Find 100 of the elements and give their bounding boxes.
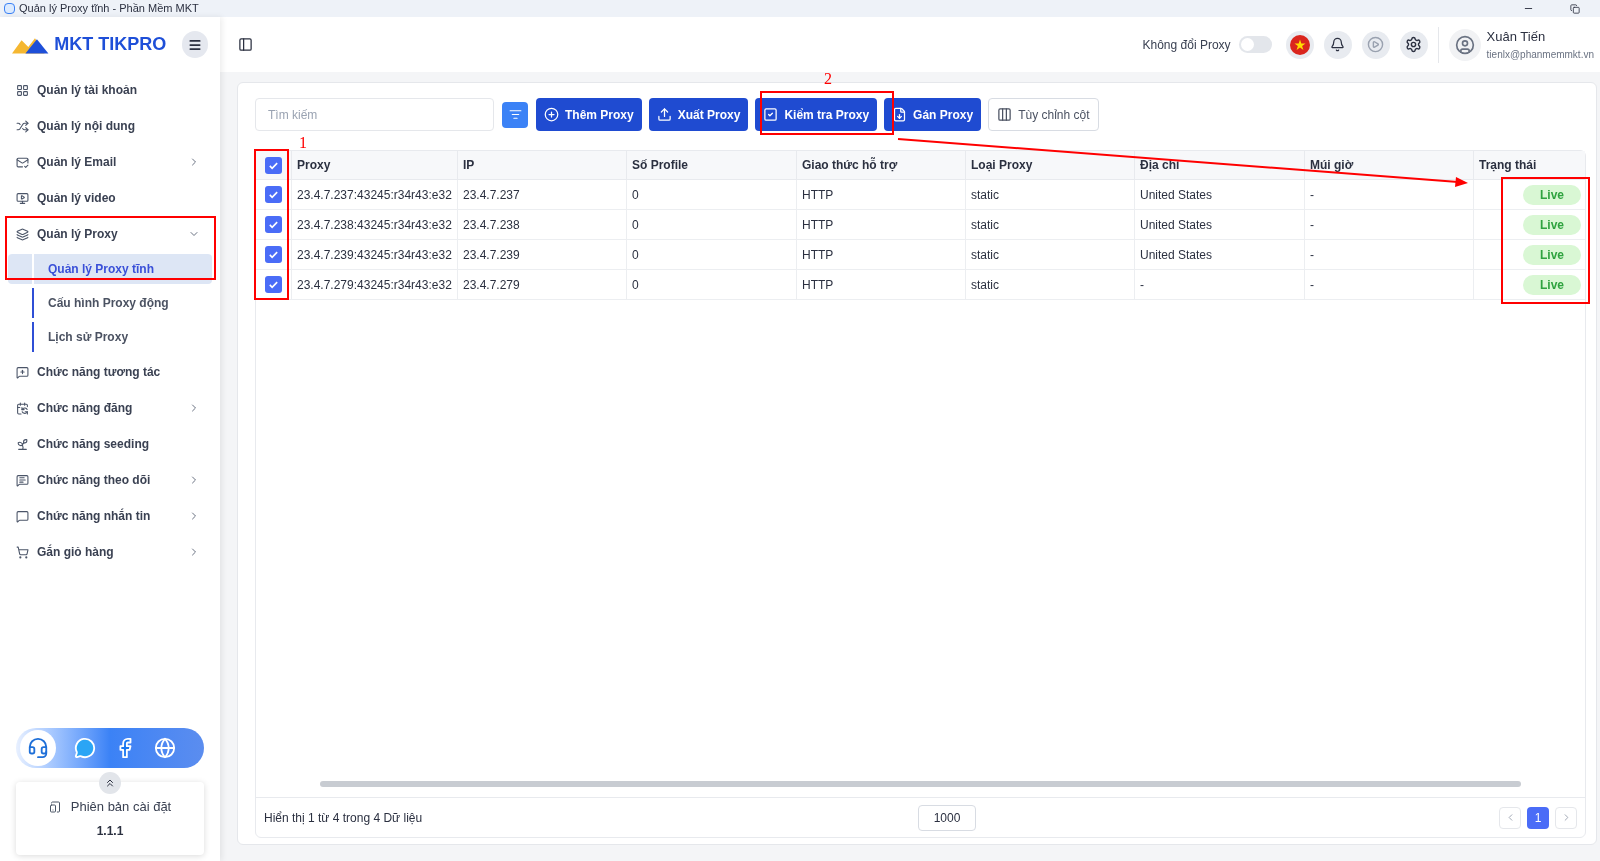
checkbox[interactable] xyxy=(265,156,282,174)
table-cell-text: 23.4.7.279 xyxy=(463,276,520,294)
table-cell-text: 23.4.7.239:43245:r34r43:e32 xyxy=(297,246,452,264)
search-field[interactable]: Tìm kiếm xyxy=(255,98,494,131)
column-header: Múi giờ xyxy=(1310,157,1354,174)
flag-icon[interactable] xyxy=(1289,34,1310,55)
table-cell-text: static xyxy=(971,216,999,234)
submenu-item[interactable]: Cấu hình Proxy động xyxy=(8,288,212,318)
table-cell-text: HTTP xyxy=(802,186,834,204)
toggle-switch[interactable] xyxy=(1238,36,1272,53)
chat-icon[interactable] xyxy=(74,737,96,759)
user-name: Xuân Tiến xyxy=(1486,28,1547,47)
pagination-summary: Hiển thị 1 từ 4 trong 4 Dữ liệu xyxy=(264,809,424,827)
table-cell-text: - xyxy=(1310,186,1314,204)
support-icon[interactable] xyxy=(27,737,49,759)
sidebar-item[interactable]: Quản lý Email xyxy=(0,144,220,180)
filter-icon xyxy=(508,108,522,121)
user-email: tienlx@phanmemmkt.vn xyxy=(1486,47,1594,62)
toolbar-button[interactable]: Kiểm tra Proxy xyxy=(755,98,878,131)
annotation-label: 2 xyxy=(824,71,832,87)
column-header: Trạng thái xyxy=(1479,157,1537,174)
page-button[interactable]: 1 xyxy=(1527,806,1549,829)
column-header: Số Profile xyxy=(632,157,688,174)
chevrons-up-icon xyxy=(104,777,116,789)
sidebar-item[interactable]: Chức năng đăng xyxy=(0,390,220,426)
settings-icon xyxy=(1405,36,1423,53)
logo-text: MKT TIKPRO xyxy=(54,33,167,56)
check-icon xyxy=(268,249,279,260)
status-badge: Live xyxy=(1523,184,1581,205)
check-icon xyxy=(268,189,279,200)
table-row[interactable]: 23.4.7.239:43245:r34r43:e32 23.4.7.239 0 HTTP static United States - Live xyxy=(256,240,1585,270)
menu-button[interactable] xyxy=(182,31,208,58)
window-title: Quản lý Proxy tĩnh - Phần Mềm MKT xyxy=(19,1,199,17)
table-cell-text: 0 xyxy=(632,186,639,204)
sidebar-item[interactable]: Gắn giỏ hàng xyxy=(0,534,220,570)
table-cell-text: 0 xyxy=(632,216,639,234)
column-header: Loại Proxy xyxy=(971,157,1033,174)
toolbar-button[interactable]: Tùy chỉnh cột xyxy=(988,98,1099,131)
status-badge: Live xyxy=(1523,244,1581,265)
table-cell-text: 23.4.7.237 xyxy=(463,186,520,204)
toolbar-button[interactable]: Thêm Proxy xyxy=(536,98,642,131)
submenu-item[interactable]: Lịch sử Proxy xyxy=(8,322,212,352)
avatar-icon[interactable] xyxy=(1454,34,1475,55)
sidebar-item[interactable]: Chức năng seeding xyxy=(0,426,220,462)
toolbar-button[interactable]: Xuất Proxy xyxy=(648,98,749,131)
annotation-label: 1 xyxy=(299,135,307,151)
panel-toggle-icon[interactable] xyxy=(238,37,253,52)
restore-icon[interactable] xyxy=(1570,3,1580,14)
column-header: Proxy xyxy=(297,157,331,174)
filter-button[interactable] xyxy=(502,101,528,128)
table-cell-text: 0 xyxy=(632,246,639,264)
table-row[interactable]: 23.4.7.238:43245:r34r43:e32 23.4.7.238 0 HTTP static United States - Live xyxy=(256,210,1585,240)
table-cell-text: static xyxy=(971,276,999,294)
sidebar-item[interactable]: Chức năng tương tác xyxy=(0,354,220,390)
toggle-label: Không đổi Proxy xyxy=(1142,36,1231,54)
check-icon xyxy=(268,219,279,230)
table-cell-text: United States xyxy=(1140,246,1213,264)
play-icon xyxy=(1367,36,1385,53)
version-number: 1.1.1 xyxy=(96,823,124,841)
checkbox[interactable] xyxy=(265,216,282,233)
sidebar-item[interactable]: Quản lý nội dung xyxy=(0,108,220,144)
table-row[interactable]: 23.4.7.237:43245:r34r43:e32 23.4.7.237 0 HTTP static United States - Live xyxy=(256,180,1585,210)
sidebar-item[interactable]: Quản lý tài khoản xyxy=(0,72,220,108)
checkbox[interactable] xyxy=(265,246,282,263)
sidebar-item[interactable]: Chức năng theo dõi xyxy=(0,462,220,498)
sidebar-item[interactable]: Quản lý video xyxy=(0,180,220,216)
table-cell-text: 23.4.7.237:43245:r34r43:e32 xyxy=(297,186,452,204)
table-cell-text: - xyxy=(1140,276,1144,294)
table-cell-text: static xyxy=(971,186,999,204)
table-cell-text: United States xyxy=(1140,216,1213,234)
checkbox[interactable] xyxy=(265,186,282,203)
table-cell-text: - xyxy=(1310,216,1314,234)
play-button[interactable] xyxy=(1361,30,1390,59)
table-cell-text: 23.4.7.239 xyxy=(463,246,520,264)
app-icon xyxy=(4,3,15,14)
table-row[interactable]: 23.4.7.279:43245:r34r43:e32 23.4.7.279 0 HTTP static - - Live xyxy=(256,270,1585,300)
submenu-item[interactable]: Quản lý Proxy tĩnh xyxy=(8,254,212,284)
notification-button[interactable] xyxy=(1323,30,1352,59)
device-icon xyxy=(48,800,61,813)
bell-icon xyxy=(1330,37,1346,52)
status-badge: Live xyxy=(1523,274,1581,295)
table-cell-text: United States xyxy=(1140,186,1213,204)
page-size-field[interactable]: 1000 xyxy=(918,804,976,831)
status-badge: Live xyxy=(1523,214,1581,235)
table-cell-text: 23.4.7.238:43245:r34r43:e32 xyxy=(297,216,452,234)
scrollbar[interactable] xyxy=(320,781,1521,787)
column-header: Giao thức hỗ trợ xyxy=(802,156,898,174)
table-cell-text: 23.4.7.238 xyxy=(463,216,520,234)
table-cell-text: - xyxy=(1310,276,1314,294)
globe-icon[interactable] xyxy=(154,737,176,759)
version-label: Phiên bản cài đặt xyxy=(70,797,172,816)
collapse-button[interactable] xyxy=(99,772,121,794)
table-cell-text: static xyxy=(971,246,999,264)
sidebar-item[interactable]: Quản lý Proxy xyxy=(0,216,220,252)
toolbar-button[interactable]: Gán Proxy xyxy=(884,98,982,131)
checkbox[interactable] xyxy=(265,276,282,293)
settings-button[interactable] xyxy=(1399,30,1428,59)
sidebar-item[interactable]: Chức năng nhắn tin xyxy=(0,498,220,534)
column-header: Địa chỉ xyxy=(1140,157,1180,174)
table-cell-text: HTTP xyxy=(802,276,834,294)
